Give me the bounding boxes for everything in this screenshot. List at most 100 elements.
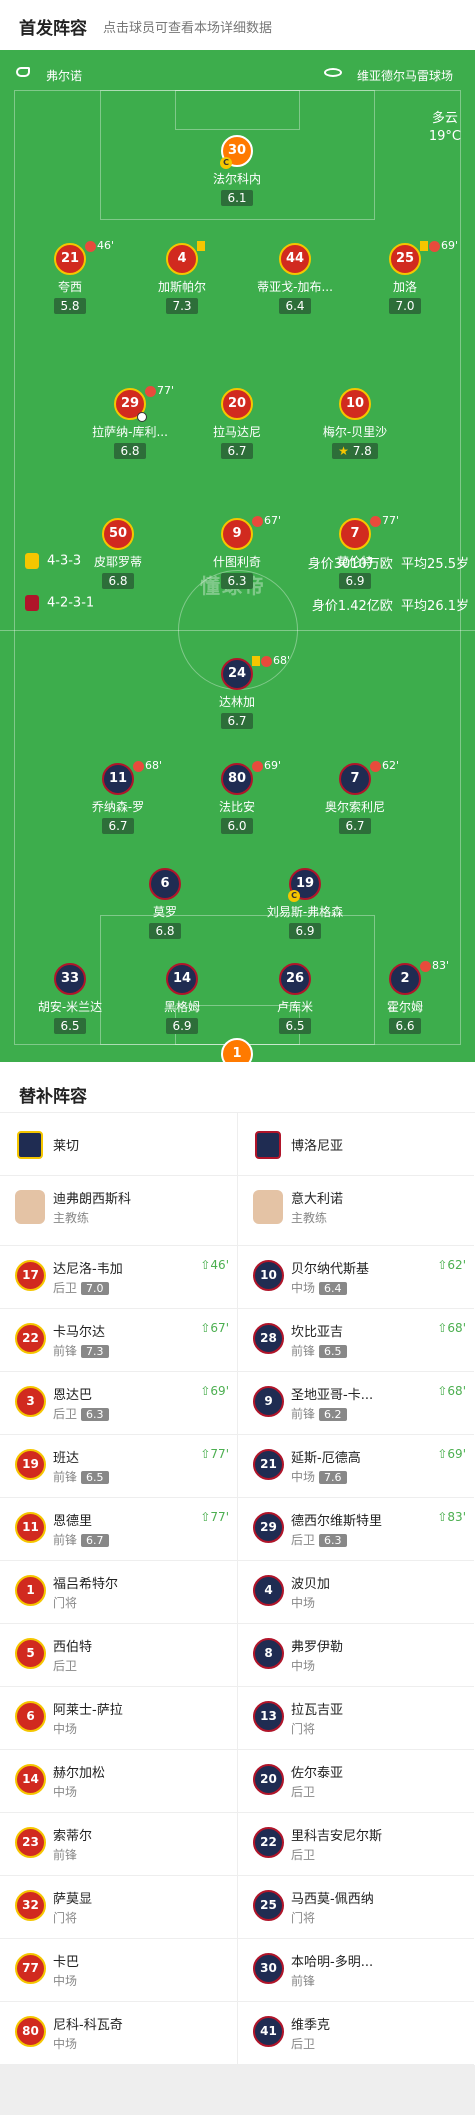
sub-position: 中场 7.6	[291, 1468, 347, 1485]
player-away[interactable]: 80 69' 法比安 6.0	[182, 759, 292, 834]
player-home[interactable]: 21 46' 夸西 5.8	[15, 239, 125, 314]
sub-row[interactable]: 8 弗罗伊勒 中场	[238, 1624, 474, 1687]
player-name: 什图利奇	[212, 555, 261, 569]
home-coach-row[interactable]: 迪弗朗西斯科 主教练	[0, 1176, 237, 1246]
player-away[interactable]: 6 莫罗 6.8	[110, 868, 220, 939]
sub-row[interactable]: 17 达尼洛-韦加 后卫 7.0 ⇧46'	[0, 1246, 237, 1309]
sub-position: 中场	[53, 2037, 78, 2051]
sub-row[interactable]: 28 坎比亚吉 前锋 6.5 ⇧68'	[238, 1309, 474, 1372]
player-number-badge: 21	[54, 243, 86, 275]
yellow-card-icon	[197, 241, 205, 251]
sub-number-badge: 28	[253, 1323, 284, 1354]
player-number-badge: 14	[166, 963, 198, 995]
player-rating: 6.4	[279, 298, 311, 314]
player-number-badge: 50	[102, 518, 134, 550]
sub-row[interactable]: 1 福吕希特尔 门将	[0, 1561, 237, 1624]
player-home[interactable]: 7 77' 莫伦特 6.9	[300, 514, 410, 589]
player-rating: 6.1	[221, 190, 253, 206]
player-away[interactable]: 33 胡安-米兰达 6.5	[15, 963, 125, 1034]
sub-name: 佐尔泰亚	[291, 1766, 344, 1781]
sub-number-badge: 32	[15, 1890, 46, 1921]
sub-row[interactable]: 5 西伯特 后卫	[0, 1624, 237, 1687]
player-home[interactable]: 9 67' 什图利奇 6.3	[182, 514, 292, 589]
sub-row[interactable]: 29 德西尔维斯特里 后卫 6.3 ⇧83'	[238, 1498, 474, 1561]
sub-row[interactable]: 11 恩德里 前锋 6.7 ⇧77'	[0, 1498, 237, 1561]
player-away[interactable]: 1斯科鲁普斯基6.6	[182, 1038, 292, 1062]
sub-in-icon: ⇧	[437, 1384, 448, 1398]
player-away[interactable]: 19 C 刘易斯-弗格森 6.9	[250, 868, 360, 939]
player-rating: 7.3	[166, 298, 198, 314]
sub-row[interactable]: 22 卡马尔达 前锋 7.3 ⇧67'	[0, 1309, 237, 1372]
sub-name: 弗罗伊勒	[291, 1640, 344, 1655]
sub-name: 萨莫显	[53, 1892, 93, 1907]
sub-row[interactable]: 23 索蒂尔 前锋	[0, 1813, 237, 1876]
player-rating: ★ 7.8	[332, 443, 378, 459]
sub-row[interactable]: 77 卡巴 中场	[0, 1939, 237, 2002]
player-home[interactable]: 30 C 法尔科内 6.1	[182, 135, 292, 206]
sub-position: 前锋 6.2	[291, 1405, 347, 1422]
player-home[interactable]: 50 皮耶罗蒂 6.8	[63, 518, 173, 589]
sub-row[interactable]: 6 阿莱士-萨拉 中场	[0, 1687, 237, 1750]
player-number-badge: 80	[221, 763, 253, 795]
player-home[interactable]: 4 加斯帕尔 7.3	[127, 241, 237, 314]
star-icon: ★	[338, 444, 353, 458]
player-away[interactable]: 26 卢库米 6.5	[240, 963, 350, 1034]
sub-row[interactable]: 9 圣地亚哥-卡... 前锋 6.2 ⇧68'	[238, 1372, 474, 1435]
player-rating: 5.8	[54, 298, 86, 314]
sub-row[interactable]: 41 维季克 后卫	[238, 2002, 474, 2065]
player-home[interactable]: 25 69' 加洛 7.0	[350, 239, 460, 314]
sub-row[interactable]: 32 萨莫显 门将	[0, 1876, 237, 1939]
sub-number-badge: 8	[253, 1638, 284, 1669]
sub-number-badge: 77	[15, 1953, 46, 1984]
coach-name: 迪弗朗西斯科	[53, 1192, 132, 1207]
sub-in-icon: ⇧	[200, 1384, 211, 1398]
sub-row[interactable]: 4 波贝加 中场	[238, 1561, 474, 1624]
sub-row[interactable]: 14 赫尔加松 中场	[0, 1750, 237, 1813]
sub-name: 里科吉安尼尔斯	[291, 1829, 383, 1844]
bologna-logo-icon	[255, 1131, 281, 1159]
player-away[interactable]: 2 83' 霍尔姆 6.6	[350, 959, 460, 1034]
player-number-badge: 25	[389, 243, 421, 275]
sub-row[interactable]: 25 马西莫-佩西纳 门将	[238, 1876, 474, 1939]
sub-out-icon	[370, 760, 381, 772]
player-name: 胡安-米兰达	[37, 1000, 103, 1014]
player-away[interactable]: 7 62' 奥尔索利尼 6.7	[300, 759, 410, 834]
sub-in-icon: ⇧	[200, 1510, 211, 1524]
player-away[interactable]: 11 68' 乔纳森-罗 6.7	[63, 759, 173, 834]
sub-minute: 68'	[145, 759, 163, 772]
player-home[interactable]: 44 蒂亚戈-加布... 6.4	[240, 243, 350, 314]
subs-table: 莱切 迪弗朗西斯科 主教练 17 达尼洛-韦加 后卫 7.0 ⇧46' 22 卡马尔达 前锋 7.…	[0, 1112, 475, 2065]
away-coach-row[interactable]: 意大利诺 主教练	[238, 1176, 474, 1246]
player-name: 蒂亚戈-加布...	[257, 280, 333, 294]
player-rating: 6.7	[339, 818, 371, 834]
sub-position: 中场	[291, 1596, 316, 1610]
sub-row[interactable]: 80 尼科-科瓦奇 中场	[0, 2002, 237, 2065]
sub-row[interactable]: 19 班达 前锋 6.5 ⇧77'	[0, 1435, 237, 1498]
player-rating: 6.6	[389, 1018, 421, 1034]
home-subs-column: 莱切 迪弗朗西斯科 主教练 17 达尼洛-韦加 后卫 7.0 ⇧46' 22 卡马尔达 前锋 7.…	[0, 1113, 237, 2065]
sub-row[interactable]: 30 本哈明-多明... 前锋	[238, 1939, 474, 2002]
sub-position: 前锋 6.7	[53, 1531, 109, 1548]
player-away[interactable]: 24 68' 达林加 6.7	[182, 654, 292, 729]
sub-number-badge: 80	[15, 2016, 46, 2047]
player-name: 莫罗	[152, 905, 177, 919]
sub-row[interactable]: 10 贝尔纳代斯基 中场 6.4 ⇧62'	[238, 1246, 474, 1309]
sub-row[interactable]: 22 里科吉安尼尔斯 后卫	[238, 1813, 474, 1876]
home-team-row[interactable]: 莱切	[0, 1113, 237, 1176]
player-number-badge: 2	[389, 963, 421, 995]
sub-rating: 6.3	[81, 1408, 109, 1421]
player-home[interactable]: 20 拉马达尼 6.7	[182, 388, 292, 459]
sub-minute: 77'	[157, 384, 175, 397]
sub-row[interactable]: 20 佐尔泰亚 后卫	[238, 1750, 474, 1813]
away-team-row[interactable]: 博洛尼亚	[238, 1113, 474, 1176]
sub-row[interactable]: 13 拉瓦吉亚 门将	[238, 1687, 474, 1750]
sub-row[interactable]: 21 延斯-厄德高 中场 7.6 ⇧69'	[238, 1435, 474, 1498]
sub-name: 班达	[53, 1451, 80, 1466]
sub-row[interactable]: 3 恩达巴 后卫 6.3 ⇧69'	[0, 1372, 237, 1435]
sub-number-badge: 19	[15, 1449, 46, 1480]
player-home[interactable]: 10 梅尔-贝里沙 ★ 7.8	[300, 388, 410, 459]
sub-name: 波贝加	[291, 1577, 331, 1592]
player-home[interactable]: 29 77' 拉萨纳-库利... 6.8	[75, 384, 185, 459]
player-away[interactable]: 14 黑格姆 6.9	[127, 963, 237, 1034]
sub-in-minute: ⇧67'	[200, 1321, 229, 1335]
